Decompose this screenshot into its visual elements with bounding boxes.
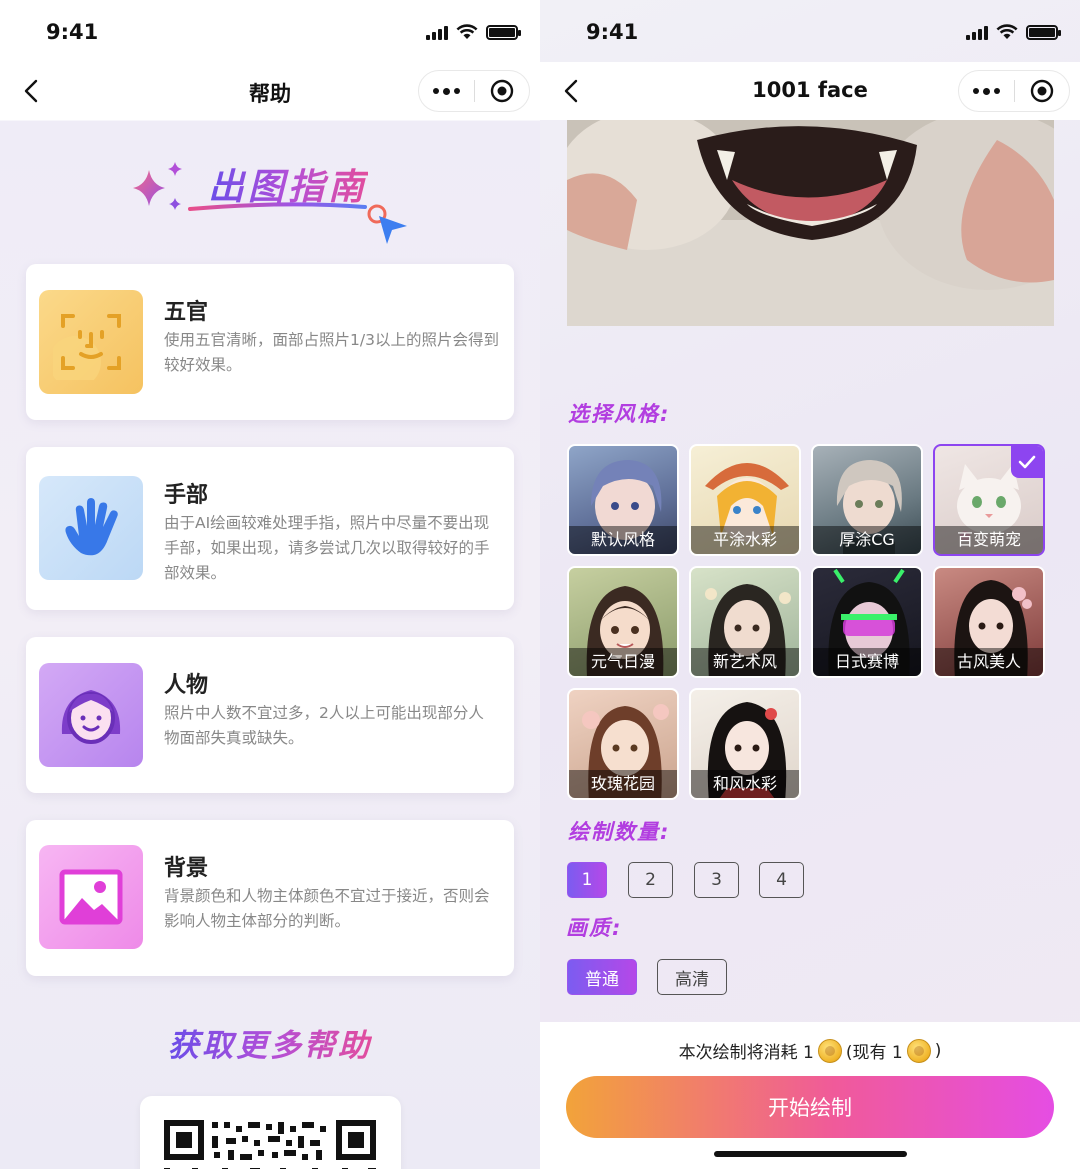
battery-icon [486,24,521,40]
uploaded-photo[interactable] [567,120,1054,326]
card-description: 照片中人数不宜过多，2人以上可能出现部分人物面部失真或缺失。 [164,704,484,747]
cursor-arrow-icon [188,202,407,244]
card-title: 人物 [164,673,209,698]
nav-bar: 帮助 [0,62,540,120]
more-help-heading: 获取更多帮助 [168,1028,372,1064]
mini-program-capsule [418,70,530,112]
count-option-1[interactable]: 1 [567,862,607,898]
more-menu-icon[interactable] [959,70,1014,112]
status-time: 9:41 [46,20,99,44]
count-option-4[interactable]: 4 [759,862,804,898]
status-bar: 9:41 [0,0,540,62]
wifi-icon [456,24,478,39]
style-option-selected[interactable]: 百变萌宠 [933,444,1045,556]
quality-section-label: 画质: [566,916,623,940]
qr-code[interactable] [140,1096,401,1169]
close-target-icon[interactable] [1015,70,1069,112]
style-label: 玫瑰花园 [569,770,677,798]
coin-icon [817,1038,842,1063]
battery-icon [1026,24,1061,40]
guide-heading: 出图指南 [120,150,420,250]
style-option[interactable]: 平涂水彩 [689,444,801,556]
style-label: 百变萌宠 [935,526,1043,554]
home-indicator [714,1151,907,1157]
style-label: 日式赛博 [813,648,921,676]
image-icon [39,845,143,949]
style-option[interactable]: 日式赛博 [811,566,923,678]
style-label: 新艺术风 [691,648,799,676]
person-icon [39,663,143,767]
bottom-action-bar: 本次绘制将消耗 1 (现有 1 ) 开始绘制 [540,1022,1080,1169]
card-description: 使用五官清晰，面部占照片1/3以上的照片会得到较好效果。 [164,331,499,374]
wifi-icon [996,24,1018,39]
tip-card-hand: 手部 由于AI绘画较难处理手指，照片中尽量不要出现手部，如果出现，请多尝试几次以… [26,447,514,610]
quality-option-hd[interactable]: 高清 [657,959,727,995]
style-option[interactable]: 默认风格 [567,444,679,556]
style-label: 元气日漫 [569,648,677,676]
card-title: 背景 [164,856,209,881]
nav-bar: 1001 face [540,62,1080,120]
hand-icon [39,476,143,580]
style-option[interactable]: 新艺术风 [689,566,801,678]
style-label: 古风美人 [935,648,1043,676]
card-description: 背景颜色和人物主体颜色不宜过于接近，否则会影响人物主体部分的判断。 [164,887,490,930]
card-title: 手部 [164,483,209,508]
cost-text: 本次绘制将消耗 1 [678,1043,814,1063]
count-option-3[interactable]: 3 [694,862,739,898]
face-generator-screen: 9:41 1001 face 选择风格: 默认风格 平涂水彩 厚涂CG 百变萌宠… [540,0,1080,1169]
style-option[interactable]: 厚涂CG [811,444,923,556]
count-section-label: 绘制数量: [568,820,671,844]
style-label: 平涂水彩 [691,526,799,554]
checkmark-icon [1011,446,1043,478]
cost-info: 本次绘制将消耗 1 (现有 1 ) [540,1038,1080,1063]
style-option[interactable]: 古风美人 [933,566,1045,678]
tip-card-person: 人物 照片中人数不宜过多，2人以上可能出现部分人物面部失真或缺失。 [26,637,514,793]
start-drawing-button[interactable]: 开始绘制 [566,1076,1054,1138]
style-section-label: 选择风格: [568,402,671,426]
mini-program-capsule [958,70,1070,112]
count-option-2[interactable]: 2 [628,862,673,898]
style-option[interactable]: 玫瑰花园 [567,688,679,800]
status-time: 9:41 [586,20,639,44]
card-title: 五官 [164,300,209,325]
tip-card-background: 背景 背景颜色和人物主体颜色不宜过于接近，否则会影响人物主体部分的判断。 [26,820,514,976]
style-label: 和风水彩 [691,770,799,798]
coin-icon [906,1038,931,1063]
cellular-signal-icon [966,25,988,40]
tip-card-face: 五官 使用五官清晰，面部占照片1/3以上的照片会得到较好效果。 [26,264,514,420]
status-bar: 9:41 [540,0,1080,62]
face-scan-icon [39,290,143,394]
balance-text: (现有 1 [845,1043,903,1063]
style-label: 默认风格 [569,526,677,554]
close-target-icon[interactable] [475,70,529,112]
style-option[interactable]: 和风水彩 [689,688,801,800]
help-screen: 9:41 帮助 出图指南 五官 使用五官清晰，面部占照片1/3以上的照片会得到较… [0,0,540,1169]
cellular-signal-icon [426,25,448,40]
style-label: 厚涂CG [813,526,921,554]
quality-option-standard[interactable]: 普通 [567,959,637,995]
sparkle-icon [133,162,182,210]
style-option[interactable]: 元气日漫 [567,566,679,678]
balance-close: ) [934,1040,942,1061]
more-menu-icon[interactable] [419,70,474,112]
card-description: 由于AI绘画较难处理手指，照片中尽量不要出现手部，如果出现，请多尝试几次以取得较… [164,514,490,582]
